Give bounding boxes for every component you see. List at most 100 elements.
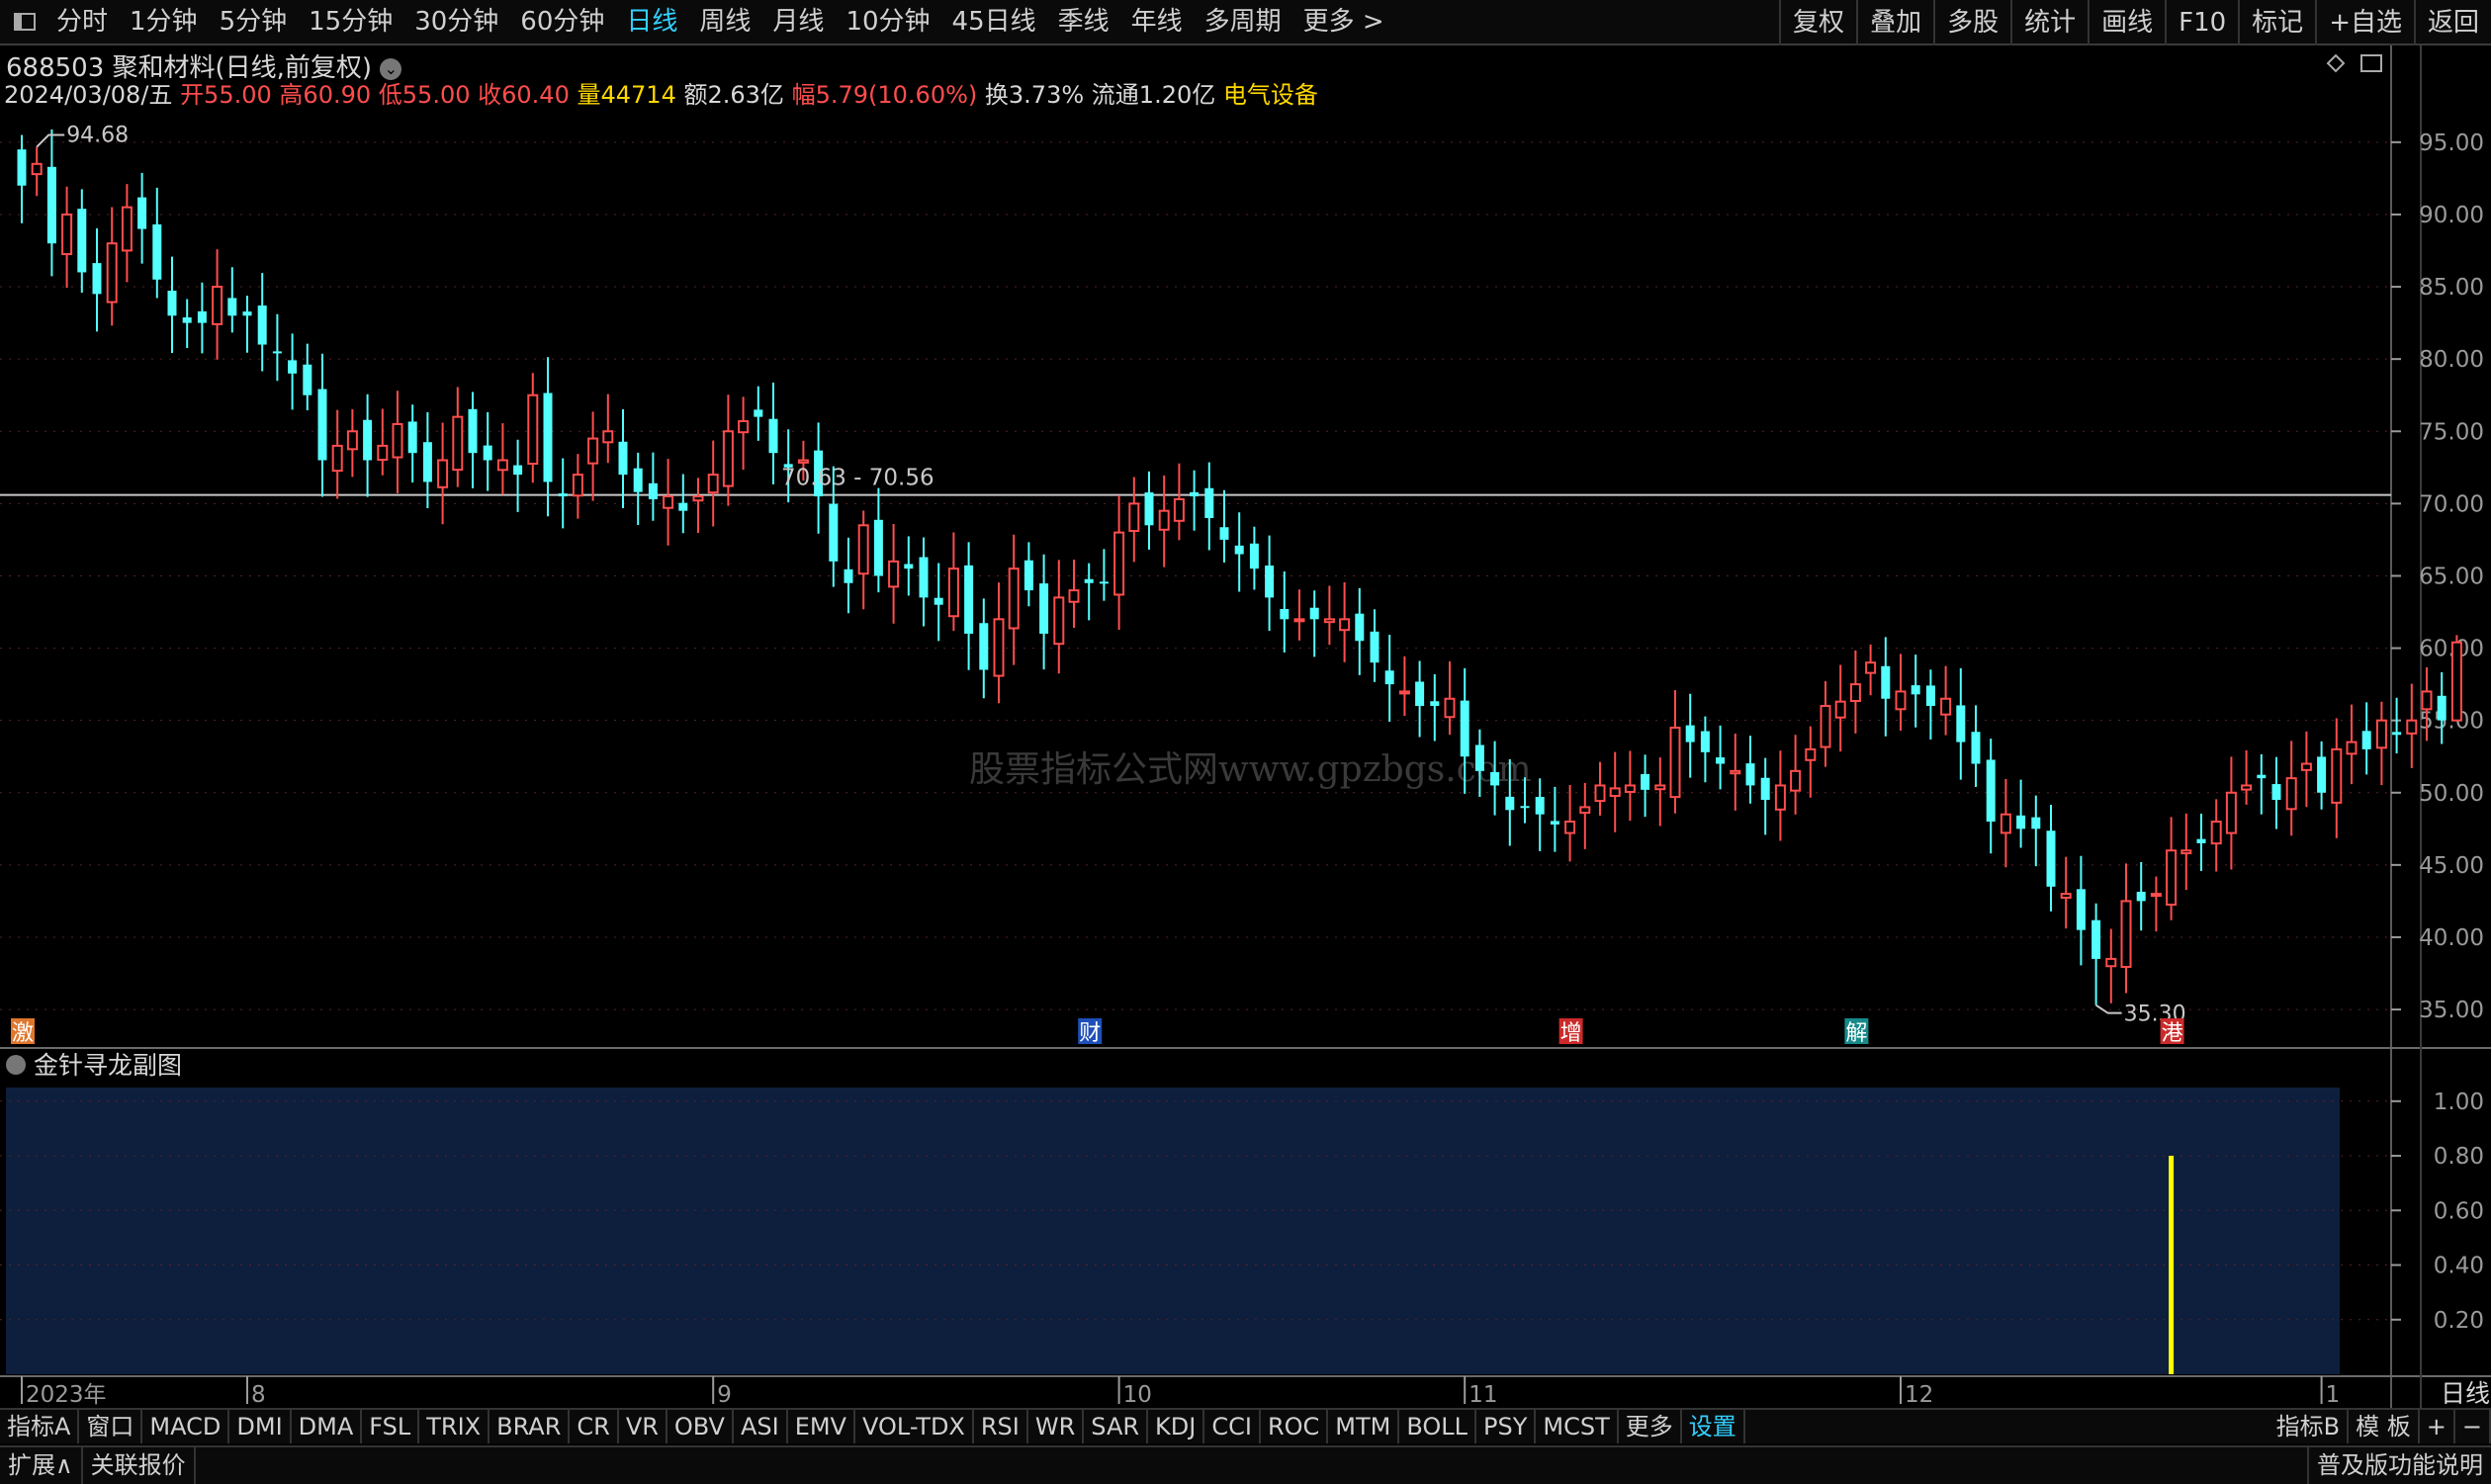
indicator-tab[interactable]: BOLL — [1399, 1410, 1477, 1443]
candle-body — [317, 389, 327, 461]
candle-body — [2210, 821, 2222, 845]
candle-body — [964, 565, 974, 634]
indicator-tab[interactable]: ROC — [1261, 1410, 1329, 1443]
indicator-tab[interactable]: DMA — [292, 1410, 363, 1443]
candle-body — [947, 567, 959, 618]
status-button[interactable]: 关联报价 — [83, 1447, 196, 1484]
quote-amount: 额2.63亿 — [683, 81, 784, 109]
candle-body — [722, 430, 734, 487]
candle-body — [2046, 830, 2056, 887]
candle-body — [1490, 771, 1500, 786]
indicator-tab[interactable]: 设置 — [1682, 1410, 1745, 1443]
candle-body — [1865, 661, 1877, 674]
indicator-tab[interactable]: MCST — [1536, 1410, 1619, 1443]
price-chart[interactable]: 95.0090.0085.0080.0075.0070.0065.0060.00… — [0, 0, 2491, 1408]
candle-body — [2000, 813, 2011, 834]
feature-help-link[interactable]: 普及版功能说明 — [2307, 1447, 2491, 1484]
indicator-tab[interactable]: EMV — [788, 1410, 855, 1443]
indicator-tool-button[interactable]: − — [2455, 1410, 2491, 1443]
price-tick-label: 75.00 — [2419, 419, 2484, 445]
candle-body — [2150, 893, 2162, 898]
candle-body — [618, 441, 628, 476]
indicator-tab[interactable]: DMI — [229, 1410, 292, 1443]
subchart-title: 金针寻龙副图 — [34, 1051, 182, 1080]
subchart-tick-label: 1.00 — [2434, 1090, 2484, 1115]
candle-body — [543, 393, 553, 482]
indicator-tab[interactable]: CR — [570, 1410, 619, 1443]
candle-body — [1234, 545, 1244, 555]
event-tag-label: 解 — [1845, 1021, 1867, 1046]
indicator-tab[interactable]: VOL-TDX — [855, 1410, 974, 1443]
candle-body — [1158, 509, 1170, 531]
candle-body — [1309, 607, 1319, 620]
candle-body — [77, 209, 87, 273]
candle-body — [2016, 815, 2026, 829]
subchart-tick-label: 0.20 — [2434, 1308, 2484, 1334]
candle-body — [797, 459, 809, 464]
candle-body — [2406, 719, 2418, 735]
indicator-tab[interactable]: 指标A — [0, 1410, 80, 1443]
candle-body — [857, 524, 869, 575]
indicator-tab[interactable]: PSY — [1476, 1410, 1537, 1443]
candle-body — [1249, 543, 1259, 569]
indicator-tab[interactable]: SAR — [1084, 1410, 1149, 1443]
quote-industry: 电气设备 — [1222, 81, 1318, 109]
candle-body — [1219, 527, 1229, 540]
candle-body — [1339, 618, 1351, 632]
candle-body — [331, 444, 343, 473]
indicator-tab[interactable]: KDJ — [1148, 1410, 1205, 1443]
event-tag-label: 增 — [1560, 1021, 1582, 1046]
indicator-tool-button[interactable]: + — [2420, 1410, 2455, 1443]
indicator-tab[interactable]: FSL — [362, 1410, 420, 1443]
candle-body — [483, 445, 492, 461]
indicator-tab[interactable]: RSI — [974, 1410, 1028, 1443]
candle-body — [1579, 806, 1591, 815]
hline-value-label: 70.63 - 70.56 — [781, 466, 934, 491]
candle-body — [137, 197, 147, 229]
candle-body — [1820, 705, 1831, 748]
candle-body — [829, 503, 839, 562]
indicator-tab[interactable]: 窗口 — [79, 1410, 143, 1443]
indicator-tab[interactable]: VR — [619, 1410, 667, 1443]
candle-body — [346, 430, 358, 451]
candle-body — [1053, 596, 1065, 646]
quote-float: 流通1.20亿 — [1091, 81, 1216, 109]
high-price-label: 94.68 — [66, 124, 129, 148]
indicator-tool-button[interactable]: 指标B — [2269, 1410, 2350, 1443]
indicator-tab[interactable]: MACD — [142, 1410, 230, 1443]
candle-body — [2031, 817, 2041, 829]
candle-body — [1564, 821, 1576, 834]
candle-body — [167, 290, 177, 316]
candle-body — [2166, 849, 2178, 906]
diamond-icon — [2326, 53, 2346, 73]
status-button[interactable]: 扩展∧ — [0, 1447, 83, 1484]
candle-body — [1293, 618, 1305, 623]
candle-body — [1805, 747, 1817, 761]
candle-body — [2361, 731, 2371, 749]
low-marker-arrow — [2095, 1004, 2122, 1014]
indicator-tab[interactable]: WR — [1028, 1410, 1085, 1443]
candle-body — [692, 495, 704, 502]
candle-body — [1971, 732, 1981, 764]
indicator-tab[interactable]: ASI — [734, 1410, 788, 1443]
indicator-tool-button[interactable]: 模 板 — [2349, 1410, 2420, 1443]
indicator-tab[interactable]: BRAR — [489, 1410, 571, 1443]
subchart-tick-label: 0.60 — [2434, 1198, 2484, 1224]
indicator-tab[interactable]: 更多 — [1619, 1410, 1682, 1443]
candle-body — [303, 364, 312, 395]
time-tick-label: 10 — [1123, 1382, 1152, 1408]
watermark-text: 股票指标公式网www.gpzbgs.com — [969, 749, 1532, 790]
price-tick-label: 40.00 — [2419, 925, 2484, 951]
candle-body — [1039, 583, 1049, 634]
indicator-tab[interactable]: TRIX — [419, 1410, 490, 1443]
indicator-tab[interactable]: CCI — [1204, 1410, 1261, 1443]
candle-body — [1398, 690, 1410, 695]
indicator-tab[interactable]: OBV — [667, 1410, 734, 1443]
price-tick-label: 85.00 — [2419, 275, 2484, 301]
candle-body — [904, 564, 914, 569]
candle-body — [2225, 791, 2237, 834]
candle-body — [242, 311, 252, 316]
indicator-list: 指标A 窗口 MACD DMI DMA FSL TRIX BRAR CR VR OBV ASI EMV V… — [0, 1410, 1745, 1443]
candle-body — [1430, 701, 1440, 707]
indicator-tab[interactable]: MTM — [1328, 1410, 1400, 1443]
